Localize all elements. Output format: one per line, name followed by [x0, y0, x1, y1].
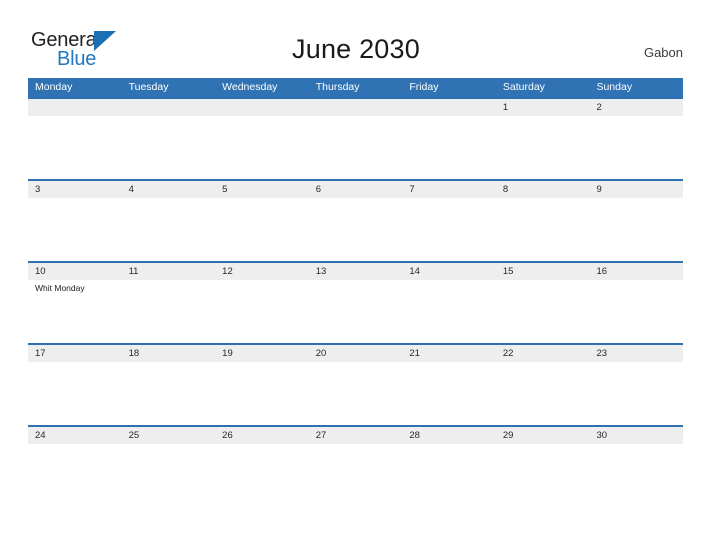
day-cell[interactable]: Whit Monday: [28, 280, 122, 343]
day-cell[interactable]: [496, 280, 590, 343]
day-cell[interactable]: [496, 198, 590, 261]
day-number[interactable]: 12: [215, 263, 309, 280]
day-number[interactable]: 19: [215, 345, 309, 362]
day-number[interactable]: 17: [28, 345, 122, 362]
day-number[interactable]: 30: [589, 427, 683, 444]
week-body: [28, 116, 683, 179]
day-number[interactable]: 10: [28, 263, 122, 280]
day-number[interactable]: 21: [402, 345, 496, 362]
week-number-band: 10 11 12 13 14 15 16: [28, 263, 683, 280]
day-number[interactable]: 2: [589, 99, 683, 116]
day-number[interactable]: 15: [496, 263, 590, 280]
day-cell[interactable]: [309, 280, 403, 343]
day-number[interactable]: 6: [309, 181, 403, 198]
day-number[interactable]: 23: [589, 345, 683, 362]
day-number[interactable]: 8: [496, 181, 590, 198]
day-number[interactable]: [309, 99, 403, 116]
weekday-header-saturday: Saturday: [502, 81, 545, 93]
day-cell[interactable]: [28, 444, 122, 507]
calendar-week-row: 3 4 5 6 7 8 9: [28, 179, 683, 261]
weekday-header-sunday: Sunday: [596, 81, 633, 93]
day-cell[interactable]: [28, 362, 122, 425]
calendar-week-row: 17 18 19 20 21 22 23: [28, 343, 683, 425]
calendar-week-row: 1 2: [28, 97, 683, 179]
weekday-header-wednesday: Wednesday: [222, 81, 278, 93]
weekday-header-row: Monday Tuesday Wednesday Thursday Friday…: [28, 78, 683, 97]
day-number[interactable]: 24: [28, 427, 122, 444]
day-number[interactable]: 7: [402, 181, 496, 198]
weekday-header-thursday: Thursday: [315, 81, 360, 93]
day-number[interactable]: 1: [496, 99, 590, 116]
day-cell[interactable]: [215, 116, 309, 179]
day-cell[interactable]: [28, 116, 122, 179]
day-cell[interactable]: [589, 362, 683, 425]
day-cell[interactable]: [589, 198, 683, 261]
day-cell[interactable]: [496, 362, 590, 425]
weekday-header-tuesday: Tuesday: [128, 81, 169, 93]
day-cell[interactable]: [589, 116, 683, 179]
country-label: Gabon: [643, 45, 683, 60]
week-number-band: 3 4 5 6 7 8 9: [28, 181, 683, 198]
day-number[interactable]: 22: [496, 345, 590, 362]
week-body: Whit Monday: [28, 280, 683, 343]
day-event: Whit Monday: [35, 283, 85, 293]
day-cell[interactable]: [122, 116, 216, 179]
day-number[interactable]: [402, 99, 496, 116]
day-number[interactable]: 13: [309, 263, 403, 280]
day-cell[interactable]: [122, 198, 216, 261]
day-number[interactable]: 25: [122, 427, 216, 444]
day-number[interactable]: 29: [496, 427, 590, 444]
day-cell[interactable]: [402, 198, 496, 261]
day-cell[interactable]: [309, 362, 403, 425]
day-number[interactable]: 4: [122, 181, 216, 198]
day-cell[interactable]: [496, 444, 590, 507]
day-number[interactable]: 16: [589, 263, 683, 280]
day-number[interactable]: 27: [309, 427, 403, 444]
day-cell[interactable]: [589, 444, 683, 507]
week-number-band: 24 25 26 27 28 29 30: [28, 427, 683, 444]
day-cell[interactable]: [122, 444, 216, 507]
day-number[interactable]: 9: [589, 181, 683, 198]
calendar-page: General Blue June 2030 Gabon Monday Tues…: [0, 0, 712, 550]
day-cell[interactable]: [402, 362, 496, 425]
day-cell[interactable]: [402, 444, 496, 507]
calendar-grid: Monday Tuesday Wednesday Thursday Friday…: [28, 78, 683, 507]
week-number-band: 17 18 19 20 21 22 23: [28, 345, 683, 362]
day-number[interactable]: 28: [402, 427, 496, 444]
day-number[interactable]: 14: [402, 263, 496, 280]
week-body: [28, 362, 683, 425]
day-cell[interactable]: [309, 198, 403, 261]
page-header: General Blue June 2030 Gabon: [0, 0, 712, 78]
day-number[interactable]: 20: [309, 345, 403, 362]
day-cell[interactable]: [402, 280, 496, 343]
day-cell[interactable]: [496, 116, 590, 179]
day-number[interactable]: 26: [215, 427, 309, 444]
day-cell[interactable]: [589, 280, 683, 343]
calendar-week-row: 10 11 12 13 14 15 16 Whit Monday: [28, 261, 683, 343]
week-body: [28, 198, 683, 261]
day-cell[interactable]: [215, 280, 309, 343]
calendar-week-row: 24 25 26 27 28 29 30: [28, 425, 683, 507]
day-number[interactable]: 11: [122, 263, 216, 280]
day-cell[interactable]: [28, 198, 122, 261]
weekday-header-monday: Monday: [35, 81, 73, 93]
day-number[interactable]: 18: [122, 345, 216, 362]
weekday-header-friday: Friday: [409, 81, 439, 93]
day-cell[interactable]: [122, 280, 216, 343]
week-body: [28, 444, 683, 507]
day-cell[interactable]: [215, 362, 309, 425]
day-cell[interactable]: [309, 116, 403, 179]
day-number[interactable]: [215, 99, 309, 116]
day-cell[interactable]: [309, 444, 403, 507]
day-cell[interactable]: [122, 362, 216, 425]
day-cell[interactable]: [215, 198, 309, 261]
day-cell[interactable]: [402, 116, 496, 179]
day-cell[interactable]: [215, 444, 309, 507]
day-number[interactable]: [28, 99, 122, 116]
day-number[interactable]: 5: [215, 181, 309, 198]
day-number[interactable]: 3: [28, 181, 122, 198]
week-number-band: 1 2: [28, 99, 683, 116]
page-title: June 2030: [292, 34, 420, 64]
day-number[interactable]: [122, 99, 216, 116]
